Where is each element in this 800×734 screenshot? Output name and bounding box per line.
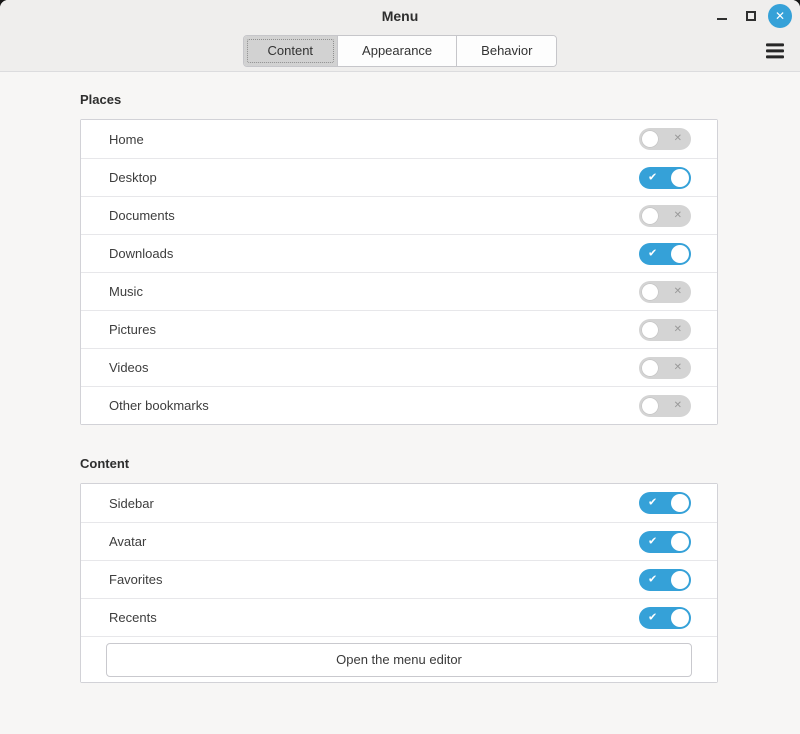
section-heading: Places	[80, 92, 718, 107]
close-button[interactable]: ✕	[768, 4, 792, 28]
tab-content[interactable]: Content	[244, 36, 338, 66]
menu-button[interactable]	[762, 39, 788, 62]
setting-row: Pictures ✕	[81, 310, 717, 348]
hamburger-icon	[766, 43, 784, 58]
setting-label: Downloads	[109, 246, 639, 261]
setting-label: Desktop	[109, 170, 639, 185]
setting-label: Other bookmarks	[109, 398, 639, 413]
minimize-button[interactable]	[710, 4, 734, 28]
toggle-knob	[641, 321, 659, 339]
toggle-knob	[671, 245, 689, 263]
toggle-favorites[interactable]: ✔	[639, 569, 691, 591]
setting-row: Home ✕	[81, 120, 717, 158]
toggle-desktop[interactable]: ✔	[639, 167, 691, 189]
setting-label: Avatar	[109, 534, 639, 549]
settings-list: Home✕Desktop✔Documents✕Downloads✔Music✕P…	[80, 119, 718, 425]
setting-row: Sidebar ✔	[81, 484, 717, 522]
check-icon: ✔	[648, 536, 657, 547]
check-icon: ✔	[648, 172, 657, 183]
check-icon: ✔	[648, 574, 657, 585]
window-title: Menu	[382, 8, 419, 24]
toggle-knob	[641, 397, 659, 415]
setting-label: Music	[109, 284, 639, 299]
setting-row: Music ✕	[81, 272, 717, 310]
setting-label: Recents	[109, 610, 639, 625]
x-icon: ✕	[674, 211, 682, 221]
setting-row: Other bookmarks ✕	[81, 386, 717, 424]
setting-row: Desktop ✔	[81, 158, 717, 196]
settings-page: Places Home ✕ Desktop ✔ Documents ✕ Downloads ✔ M…	[0, 72, 800, 734]
maximize-button[interactable]	[739, 4, 763, 28]
toggle-knob	[671, 169, 689, 187]
x-icon: ✕	[674, 134, 682, 144]
check-icon: ✔	[648, 612, 657, 623]
toggle-knob	[671, 609, 689, 627]
x-icon: ✕	[674, 325, 682, 335]
menu-window: Menu ✕ ContentAppearanceBehavior PlacesH…	[0, 0, 800, 734]
maximize-icon	[746, 11, 756, 21]
toggle-recents[interactable]: ✔	[639, 607, 691, 629]
toggle-documents[interactable]: ✕	[639, 205, 691, 227]
toggle-sidebar[interactable]: ✔	[639, 492, 691, 514]
toggle-knob	[671, 533, 689, 551]
settings-list: Sidebar ✔ Avatar ✔ Favorites ✔ Recents ✔ Open th…	[80, 483, 718, 683]
setting-row: Documents ✕	[81, 196, 717, 234]
x-icon: ✕	[674, 287, 682, 297]
button-row: Open the menu editor	[81, 636, 717, 682]
setting-label: Home	[109, 132, 639, 147]
setting-label: Documents	[109, 208, 639, 223]
x-icon: ✕	[674, 401, 682, 411]
setting-row: Avatar ✔	[81, 522, 717, 560]
setting-label: Pictures	[109, 322, 639, 337]
setting-label: Sidebar	[109, 496, 639, 511]
toggle-downloads[interactable]: ✔	[639, 243, 691, 265]
toggle-knob	[641, 207, 659, 225]
toggle-home[interactable]: ✕	[639, 128, 691, 150]
x-icon: ✕	[674, 363, 682, 373]
toggle-knob	[671, 571, 689, 589]
toggle-music[interactable]: ✕	[639, 281, 691, 303]
setting-row: Downloads ✔	[81, 234, 717, 272]
setting-label: Favorites	[109, 572, 639, 587]
toggle-knob	[641, 359, 659, 377]
tab-appearance[interactable]: Appearance	[337, 36, 456, 66]
toggle-avatar[interactable]: ✔	[639, 531, 691, 553]
setting-row: Recents ✔	[81, 598, 717, 636]
setting-row: Favorites ✔	[81, 560, 717, 598]
titlebar: Menu ✕	[0, 0, 800, 32]
open-menu-editor-button[interactable]: Open the menu editor	[106, 643, 692, 677]
setting-row: Videos ✕	[81, 348, 717, 386]
tab-group: ContentAppearanceBehavior	[243, 35, 558, 67]
check-icon: ✔	[648, 248, 657, 259]
toggle-other-bookmarks[interactable]: ✕	[639, 395, 691, 417]
toggle-videos[interactable]: ✕	[639, 357, 691, 379]
header-toolbar: ContentAppearanceBehavior	[0, 32, 800, 72]
setting-label: Videos	[109, 360, 639, 375]
close-icon: ✕	[775, 10, 785, 22]
window-controls: ✕	[710, 0, 792, 32]
tab-behavior[interactable]: Behavior	[456, 36, 556, 66]
toggle-knob	[641, 283, 659, 301]
toggle-knob	[641, 130, 659, 148]
section-heading: Content	[80, 456, 718, 471]
toggle-knob	[671, 494, 689, 512]
minimize-icon	[717, 18, 727, 20]
toggle-pictures[interactable]: ✕	[639, 319, 691, 341]
check-icon: ✔	[648, 498, 657, 509]
